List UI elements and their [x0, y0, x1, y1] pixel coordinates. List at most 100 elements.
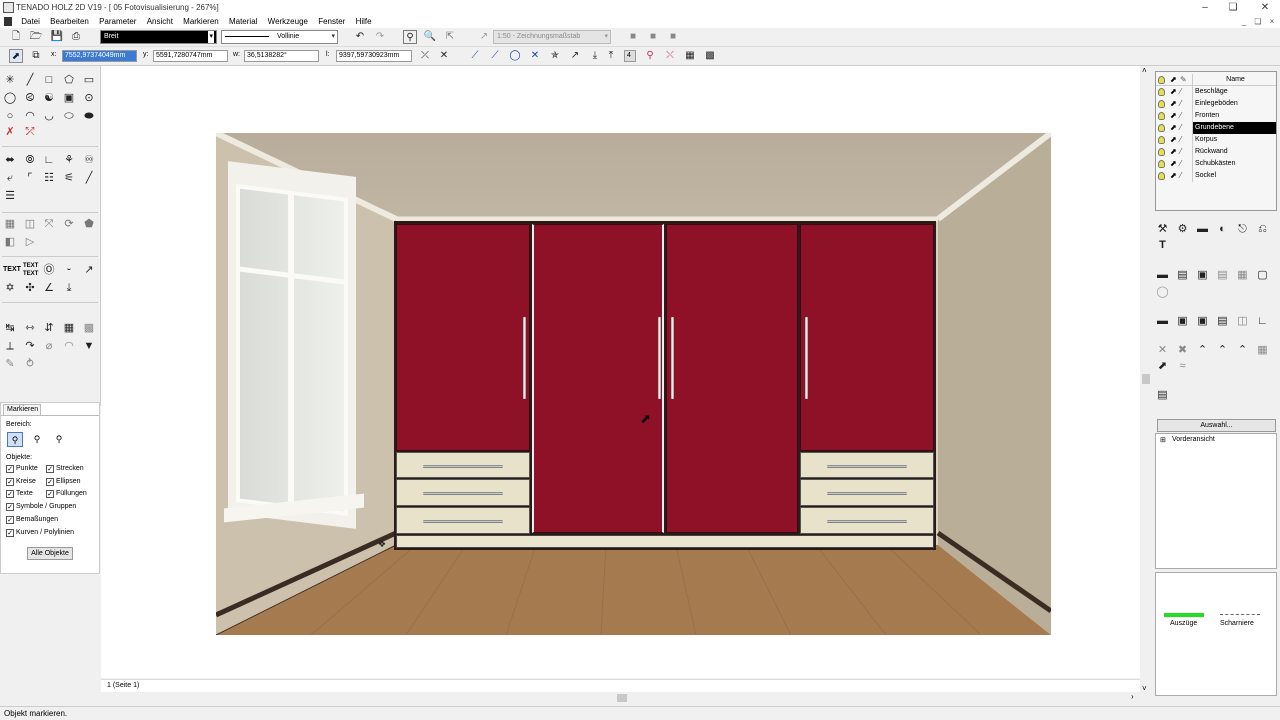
drawer-right-1[interactable]: [800, 452, 934, 478]
cross-tool-icon[interactable]: ✣: [22, 280, 38, 296]
visibility-icon[interactable]: [1158, 88, 1165, 96]
bracket-tool-icon[interactable]: ⎌: [1254, 221, 1271, 237]
layer-row-active[interactable]: ⬈ ⁄ Grundebene: [1156, 122, 1276, 134]
layer-row[interactable]: ⬈ ⁄ Rückwand: [1156, 146, 1276, 158]
new-file-icon[interactable]: 🗋: [9, 30, 23, 44]
open-folder-icon[interactable]: 🗁: [29, 30, 43, 44]
scroll-down-icon[interactable]: ˅: [1142, 684, 1147, 693]
edit-icon[interactable]: ⁄: [1180, 158, 1181, 170]
menu-werkzeuge[interactable]: Werkzeuge: [264, 15, 312, 28]
snap-intersection-icon[interactable]: ✕: [528, 49, 542, 63]
back-panel-tool-icon[interactable]: ◫: [1234, 313, 1251, 329]
angle-input[interactable]: 36,5138282°: [244, 50, 319, 62]
menu-parameter[interactable]: Parameter: [95, 15, 140, 28]
drawer-right-2[interactable]: [800, 479, 934, 506]
dimension-tool-icon[interactable]: ↹: [2, 320, 18, 336]
ellipse-rotated-tool-icon[interactable]: ⬬: [81, 108, 97, 124]
edit-icon[interactable]: ⁄: [1180, 110, 1181, 122]
mdi-restore-icon[interactable]: ❏: [1252, 15, 1264, 28]
save-icon[interactable]: 💾: [50, 30, 64, 44]
column-header-name[interactable]: Name: [1192, 74, 1276, 86]
pattern-tool-icon[interactable]: ▦: [1254, 342, 1271, 358]
label-tool-icon[interactable]: ⏑: [61, 262, 77, 278]
visibility-icon[interactable]: [1158, 100, 1165, 108]
wave-tool-icon[interactable]: ≈: [1174, 358, 1191, 374]
spiral-tool-icon[interactable]: ⧀: [22, 90, 38, 106]
snap-parallel-icon[interactable]: ⤒: [604, 49, 618, 63]
divider-tool-icon[interactable]: ▤: [1214, 313, 1231, 329]
edit-icon[interactable]: ⁄: [1180, 86, 1181, 98]
point-tool-icon[interactable]: ✳: [2, 72, 18, 88]
horizontal-scrollbar[interactable]: ›: [101, 692, 1140, 704]
cut-tool-icon[interactable]: ✕: [1154, 342, 1171, 358]
linetype-select[interactable]: Vollinie ▾: [221, 30, 338, 44]
edit-icon[interactable]: ⁄: [1180, 134, 1181, 146]
menu-bearbeiten[interactable]: Bearbeiten: [46, 15, 93, 28]
door-right[interactable]: [800, 224, 934, 451]
angle-dimension-tool-icon[interactable]: ⟂: [2, 338, 18, 354]
trim-tool-icon[interactable]: ⚘: [61, 152, 77, 168]
rounded-rect-tool-icon[interactable]: ▭: [81, 72, 97, 88]
print-icon[interactable]: ⎙: [69, 30, 83, 44]
frame-tool-icon[interactable]: ▣: [61, 90, 77, 106]
handle-tool-icon[interactable]: ▬: [1194, 221, 1211, 237]
visibility-icon[interactable]: [1158, 112, 1165, 120]
radius-dimension-tool-icon[interactable]: ↷: [22, 338, 38, 354]
select-icon[interactable]: ⬈: [1170, 134, 1177, 146]
edit-icon[interactable]: ⁄: [1180, 98, 1181, 110]
redo-icon[interactable]: ↷: [373, 30, 387, 44]
edit-icon[interactable]: ⁄: [1180, 122, 1181, 134]
pointer-plus-icon[interactable]: ⧉: [29, 49, 43, 63]
layer-group-icon-2[interactable]: ■: [646, 30, 660, 44]
rotate-tool-icon[interactable]: ⟳: [61, 216, 77, 232]
visibility-icon[interactable]: [1158, 148, 1165, 156]
edit-dimension-tool-icon[interactable]: ✎: [2, 356, 18, 372]
arc-dimension-tool-icon[interactable]: ◠: [61, 338, 77, 354]
auswahl-button[interactable]: Auswahl...: [1157, 419, 1276, 432]
connector-tool-icon[interactable]: ⎋: [1234, 221, 1251, 237]
select-icon[interactable]: ⬈: [1170, 98, 1177, 110]
select-icon[interactable]: ⬈: [1170, 158, 1177, 170]
x-coordinate-input[interactable]: 7552,97374049mm: [62, 50, 137, 62]
visibility-icon[interactable]: [1158, 160, 1165, 168]
zoom-previous-icon[interactable]: ⇱: [443, 30, 457, 44]
arc-tool-icon[interactable]: ◠: [22, 108, 38, 124]
layer-row[interactable]: ⬈ ⁄ Schubkästen: [1156, 158, 1276, 170]
select-polygon-icon[interactable]: ⚲: [51, 432, 67, 447]
offset-tool-icon[interactable]: ⤶: [2, 170, 18, 186]
arc-3point-tool-icon[interactable]: ◡: [41, 108, 57, 124]
check-fuellungen[interactable]: ✓ Füllungen: [46, 489, 87, 499]
snap-point-icon[interactable]: ↗: [568, 49, 582, 63]
select-icon[interactable]: ⬈: [1170, 170, 1177, 182]
check-ellipsen[interactable]: ✓ Ellipsen: [46, 477, 81, 487]
elevation-tool-icon[interactable]: ▼: [81, 338, 97, 354]
carcass-tool-icon[interactable]: ▣: [1194, 313, 1211, 329]
angle-mark-tool-icon[interactable]: ∠: [41, 280, 57, 296]
move-tool-icon[interactable]: ⤧: [41, 216, 57, 232]
snap-step-input[interactable]: 4: [624, 50, 636, 62]
shelf-tool-icon[interactable]: ▬: [1154, 267, 1171, 283]
zoom-icon[interactable]: 🔍: [423, 30, 437, 44]
check-kurven[interactable]: ✓ Kurven / Polylinien: [6, 528, 74, 538]
door-left[interactable]: [396, 224, 530, 451]
extend-tool-icon[interactable]: ⚟: [61, 170, 77, 186]
vertical-scroll-thumb[interactable]: [1142, 374, 1150, 384]
symbol-tool-icon[interactable]: ✡: [2, 280, 18, 296]
roof-double-tool-icon[interactable]: ⌃: [1214, 342, 1231, 358]
tree-item-vorderansicht[interactable]: Vorderansicht: [1172, 436, 1215, 443]
hatch-tool-icon[interactable]: ✗: [2, 124, 18, 140]
layer-row[interactable]: ⬈ ⁄ Beschläge: [1156, 86, 1276, 98]
mdi-minimize-icon[interactable]: _: [1238, 15, 1250, 28]
wardrobe-plinth[interactable]: [396, 535, 934, 548]
dimension-settings-tool-icon[interactable]: ⥁: [22, 356, 38, 372]
diameter-dimension-tool-icon[interactable]: ⌀: [41, 338, 57, 354]
text-part-tool-icon[interactable]: T: [1154, 237, 1171, 253]
vertical-scrollbar[interactable]: ˄ ˅: [1140, 66, 1152, 696]
check-bemassungen[interactable]: ✓ Bemaßungen: [6, 515, 58, 525]
linewidth-select[interactable]: Breit ▾: [100, 30, 217, 44]
hatch-delete-tool-icon[interactable]: ⤱: [22, 124, 38, 140]
undo-icon[interactable]: ↶: [353, 30, 367, 44]
chain-dimension-tool-icon[interactable]: ⇿: [22, 320, 38, 336]
grid-dots-icon[interactable]: ▩: [703, 49, 717, 63]
stretch-tool-icon[interactable]: ◧: [2, 234, 18, 250]
